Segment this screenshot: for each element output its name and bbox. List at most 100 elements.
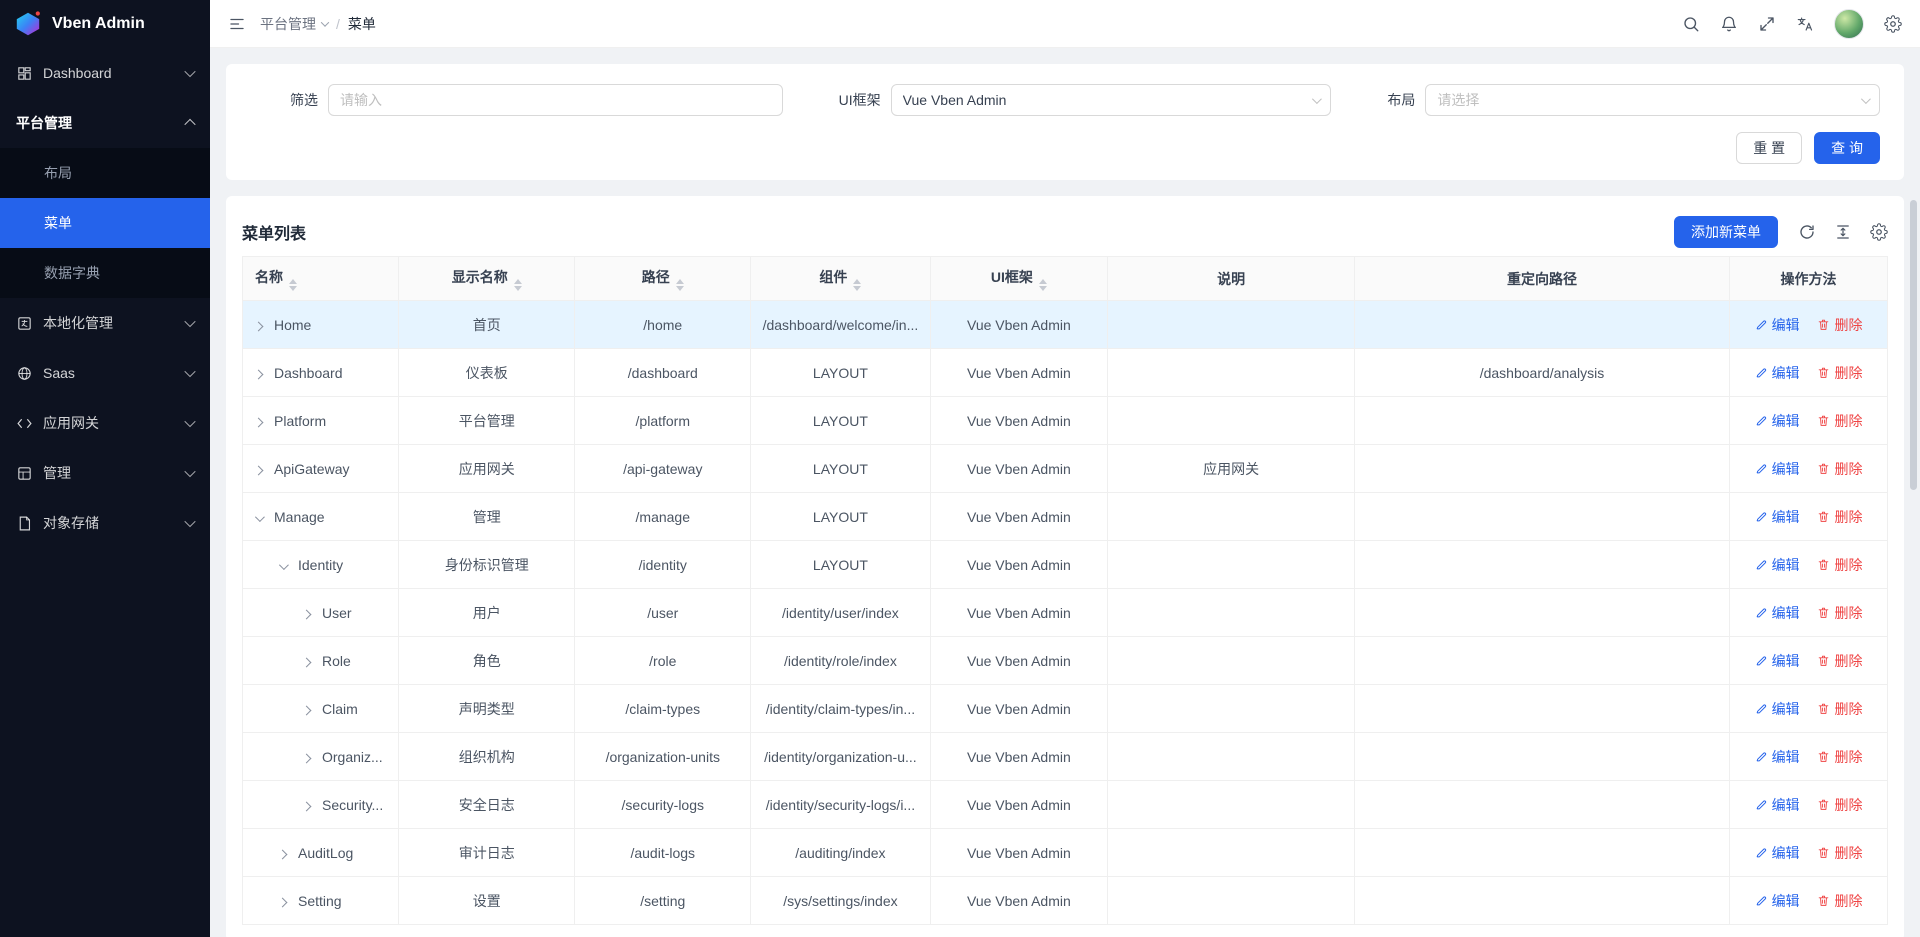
user-avatar[interactable] [1834,9,1864,39]
delete-button[interactable]: 删除 [1817,315,1862,335]
expand-caret-icon[interactable] [278,849,288,859]
column-header-4[interactable]: UI框架 [930,257,1108,301]
sidebar-item-label: 对象存储 [43,513,176,533]
delete-button[interactable]: 删除 [1817,507,1862,527]
cell-name: Claim [322,701,358,717]
column-header-6: 重定向路径 [1354,257,1729,301]
table-header-row: 名称显示名称路径组件UI框架说明重定向路径操作方法 [243,257,1888,301]
delete-button[interactable]: 删除 [1817,651,1862,671]
layout-select[interactable]: 请选择 [1425,84,1880,116]
delete-button[interactable]: 删除 [1817,411,1862,431]
edit-button[interactable]: 编辑 [1755,555,1800,575]
edit-button[interactable]: 编辑 [1755,315,1800,335]
settings-gear-icon[interactable] [1884,15,1902,33]
chevron-down-icon [1861,94,1871,104]
cell-description [1108,733,1355,781]
sidebar-item-manage[interactable]: 管理 [0,448,210,498]
row-height-icon[interactable] [1834,223,1852,241]
sort-icon[interactable] [289,279,297,291]
delete-button[interactable]: 删除 [1817,363,1862,383]
expand-caret-icon[interactable] [255,512,265,522]
sidebar-item-layout[interactable]: 布局 [0,148,210,198]
edit-button[interactable]: 编辑 [1755,459,1800,479]
cell-description [1108,541,1355,589]
edit-button[interactable]: 编辑 [1755,699,1800,719]
reset-button[interactable]: 重 置 [1736,132,1802,164]
search-icon[interactable] [1682,15,1700,33]
edit-button[interactable]: 编辑 [1755,795,1800,815]
cell-component: LAYOUT [751,541,930,589]
sort-icon[interactable] [514,279,522,291]
expand-caret-icon[interactable] [254,465,264,475]
expand-caret-icon[interactable] [302,801,312,811]
expand-caret-icon[interactable] [302,705,312,715]
sidebar-item-saas[interactable]: Saas [0,348,210,398]
sidebar-item-dashboard[interactable]: Dashboard [0,48,210,98]
sort-icon[interactable] [1039,279,1047,291]
sidebar-item-icon [16,315,33,332]
expand-caret-icon[interactable] [254,321,264,331]
expand-caret-icon[interactable] [302,657,312,667]
delete-button[interactable]: 删除 [1817,795,1862,815]
column-label: 组件 [819,269,847,285]
cell-ui-framework: Vue Vben Admin [930,733,1108,781]
sidebar-item-menu[interactable]: 菜单 [0,198,210,248]
fullscreen-icon[interactable] [1758,15,1776,33]
delete-button[interactable]: 删除 [1817,747,1862,767]
ui-framework-select[interactable]: Vue Vben Admin [891,84,1332,116]
column-header-1[interactable]: 显示名称 [399,257,575,301]
delete-button[interactable]: 删除 [1817,699,1862,719]
edit-button[interactable]: 编辑 [1755,651,1800,671]
edit-button[interactable]: 编辑 [1755,891,1800,911]
delete-button[interactable]: 删除 [1817,555,1862,575]
delete-button[interactable]: 删除 [1817,459,1862,479]
bell-icon[interactable] [1720,15,1738,33]
delete-button[interactable]: 删除 [1817,891,1862,911]
sidebar-item-localization[interactable]: 本地化管理 [0,298,210,348]
expand-caret-icon[interactable] [302,609,312,619]
query-button[interactable]: 查 询 [1814,132,1880,164]
sort-icon[interactable] [676,279,684,291]
expand-caret-icon[interactable] [302,753,312,763]
breadcrumb-parent[interactable]: 平台管理 [260,14,328,34]
column-header-3[interactable]: 组件 [751,257,930,301]
add-menu-button[interactable]: 添加新菜单 [1674,216,1778,248]
page-scrollbar-thumb[interactable] [1910,200,1917,490]
edit-button[interactable]: 编辑 [1755,507,1800,527]
edit-button[interactable]: 编辑 [1755,603,1800,623]
expand-caret-icon[interactable] [254,417,264,427]
keyword-input[interactable] [340,92,771,108]
edit-button[interactable]: 编辑 [1755,843,1800,863]
column-header-0[interactable]: 名称 [243,257,399,301]
cell-ui-framework: Vue Vben Admin [930,877,1108,925]
expand-caret-icon[interactable] [254,369,264,379]
sidebar-item-data-dict[interactable]: 数据字典 [0,248,210,298]
expand-caret-icon[interactable] [278,897,288,907]
app-logo[interactable]: Vben Admin [0,0,210,48]
delete-button[interactable]: 删除 [1817,603,1862,623]
sort-icon[interactable] [853,279,861,291]
cell-display-name: 角色 [399,637,575,685]
cell-description [1108,829,1355,877]
sidebar-item-gateway[interactable]: 应用网关 [0,398,210,448]
filter-label: UI框架 [839,90,881,110]
sidebar-fold-icon[interactable] [228,15,246,33]
sidebar-item-storage[interactable]: 对象存储 [0,498,210,548]
edit-button[interactable]: 编辑 [1755,363,1800,383]
menu-table-body: Home 首页 /home /dashboard/welcome/in... V… [243,301,1888,925]
cell-description [1108,589,1355,637]
column-header-2[interactable]: 路径 [575,257,751,301]
cell-component: /sys/settings/index [751,877,930,925]
sidebar-item-platform[interactable]: 平台管理 [0,98,210,148]
delete-button[interactable]: 删除 [1817,843,1862,863]
translate-icon[interactable] [1796,15,1814,33]
cell-name: Home [274,317,311,333]
edit-button[interactable]: 编辑 [1755,411,1800,431]
edit-button[interactable]: 编辑 [1755,747,1800,767]
cell-description [1108,685,1355,733]
select-value: Vue Vben Admin [903,92,1305,108]
table-settings-gear-icon[interactable] [1870,223,1888,241]
expand-caret-icon[interactable] [279,560,289,570]
refresh-icon[interactable] [1798,223,1816,241]
chevron-icon [184,516,195,527]
